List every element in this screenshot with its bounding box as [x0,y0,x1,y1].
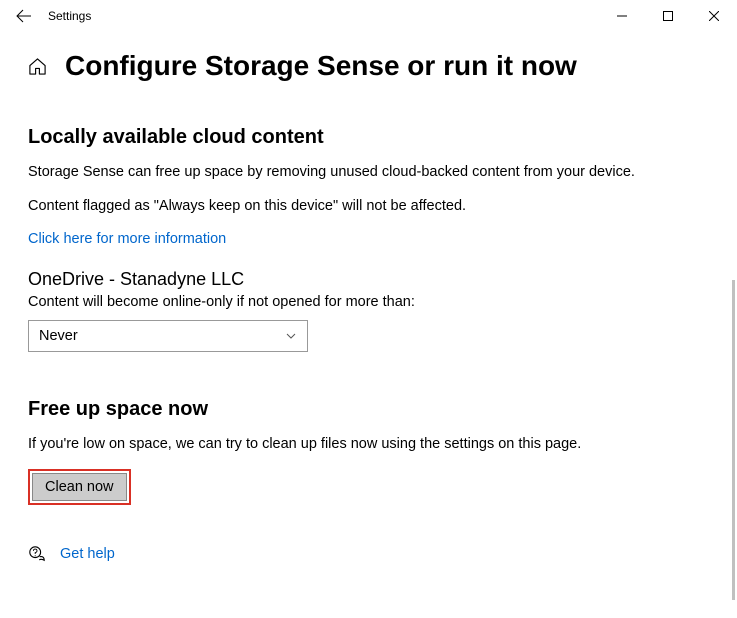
onedrive-text: Content will become online-only if not o… [28,294,709,310]
content-area: Configure Storage Sense or run it now Lo… [0,32,737,563]
scrollbar[interactable] [732,280,735,600]
page-header: Configure Storage Sense or run it now [28,50,709,82]
page-title: Configure Storage Sense or run it now [65,50,577,82]
window-title: Settings [48,9,91,23]
cloud-content-heading: Locally available cloud content [28,126,709,149]
minimize-button[interactable] [599,0,645,32]
free-space-text: If you're low on space, we can try to cl… [28,435,709,455]
chevron-down-icon [285,330,297,342]
dropdown-value: Never [39,328,78,344]
minimize-icon [617,11,627,21]
free-space-heading: Free up space now [28,398,709,421]
close-button[interactable] [691,0,737,32]
titlebar: Settings [0,0,737,32]
get-help-link[interactable]: Get help [60,546,115,562]
back-button[interactable] [8,0,40,32]
cloud-content-text-2: Content flagged as "Always keep on this … [28,197,709,217]
home-icon[interactable] [28,57,47,76]
onedrive-frequency-dropdown[interactable]: Never [28,320,308,352]
onedrive-heading: OneDrive - Stanadyne LLC [28,269,709,290]
clean-now-button[interactable]: Clean now [32,473,127,501]
arrow-left-icon [16,8,32,24]
close-icon [709,11,719,21]
maximize-button[interactable] [645,0,691,32]
more-info-link[interactable]: Click here for more information [28,231,226,247]
cloud-content-text-1: Storage Sense can free up space by remov… [28,163,709,183]
maximize-icon [663,11,673,21]
clean-now-highlight: Clean now [28,469,131,505]
help-icon [28,545,46,563]
window-controls [599,0,737,32]
help-row: Get help [28,545,709,563]
